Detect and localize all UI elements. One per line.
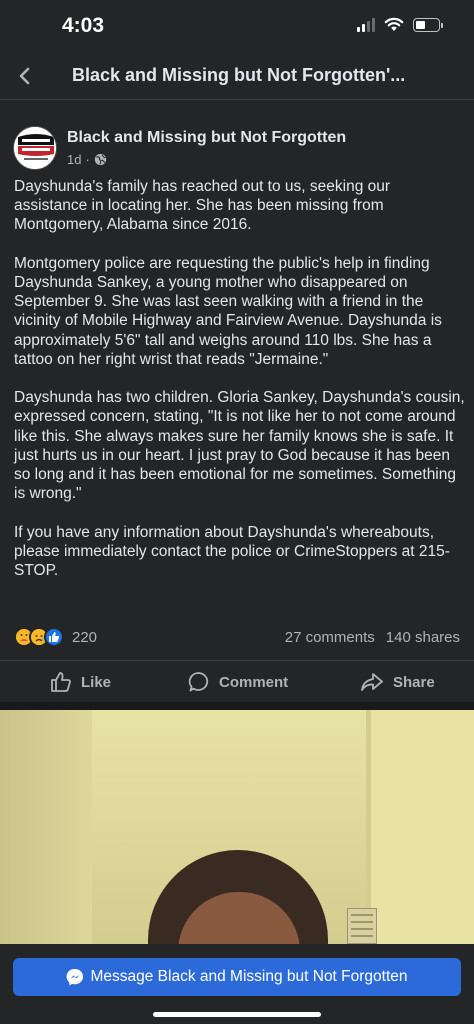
like-icon (44, 627, 64, 647)
comment-icon (188, 672, 209, 692)
author-name[interactable]: Black and Missing but Not Forgotten (67, 129, 346, 147)
battery-icon (413, 17, 443, 32)
post-time[interactable]: 1d (67, 152, 81, 167)
post-meta: 1d · (67, 152, 107, 167)
messenger-icon (67, 968, 84, 986)
post-text: Dayshunda's family has reached out to us… (14, 177, 466, 599)
nav-header: Black and Missing but Not Forgotten'... (0, 54, 474, 100)
comments-count[interactable]: 27 comments (285, 629, 375, 646)
post-paragraph: If you have any information about Dayshu… (14, 523, 450, 580)
reaction-icons[interactable] (14, 627, 64, 647)
photo-wall-vent (347, 908, 377, 944)
screen: 4:03 Black and Missing but Not Forgotten… (0, 0, 474, 1024)
status-time: 4:03 (62, 14, 105, 37)
message-bar: Message Black and Missing but Not Forgot… (0, 944, 474, 1024)
chevron-left-icon[interactable] (14, 62, 36, 90)
post-paragraph: Dayshunda has two children. Gloria Sanke… (14, 389, 465, 503)
shares-count[interactable]: 140 shares (386, 629, 460, 646)
photo-wall (0, 710, 92, 944)
message-page-button[interactable]: Message Black and Missing but Not Forgot… (13, 958, 461, 996)
avatar[interactable] (13, 126, 57, 170)
thumbs-up-icon (51, 672, 71, 692)
share-icon (361, 673, 383, 691)
share-button[interactable]: Share (360, 671, 435, 693)
divider (0, 702, 474, 710)
message-button-label: Message Black and Missing but Not Forgot… (90, 968, 408, 985)
home-indicator[interactable] (153, 1012, 321, 1017)
share-label: Share (393, 673, 435, 691)
meta-separator: · (85, 152, 90, 167)
page-title: Black and Missing but Not Forgotten'... (72, 65, 406, 85)
wifi-icon (384, 17, 404, 31)
photo-doorframe (366, 710, 474, 944)
post-paragraph: Dayshunda's family has reached out to us… (14, 178, 391, 234)
comment-label: Comment (219, 673, 289, 691)
like-button[interactable]: Like (50, 671, 111, 693)
post-paragraph: Montgomery police are requesting the pub… (14, 254, 442, 368)
battery-level (416, 20, 425, 29)
action-bar: Like Comment Share (0, 660, 474, 702)
comment-button[interactable]: Comment (188, 671, 288, 693)
reactions-row: 220 27 comments 140 shares (14, 626, 460, 650)
post-header: Black and Missing but Not Forgotten 1d · (0, 120, 474, 172)
reaction-count[interactable]: 220 (72, 629, 97, 646)
status-bar: 4:03 (0, 0, 474, 54)
status-icons (357, 17, 443, 32)
avatar-logo (14, 127, 56, 169)
signal-icon (357, 17, 375, 32)
globe-icon (94, 153, 106, 166)
like-label: Like (81, 673, 112, 691)
post-photo[interactable] (0, 710, 474, 944)
engagement-stats: 27 comments 140 shares (285, 629, 460, 646)
